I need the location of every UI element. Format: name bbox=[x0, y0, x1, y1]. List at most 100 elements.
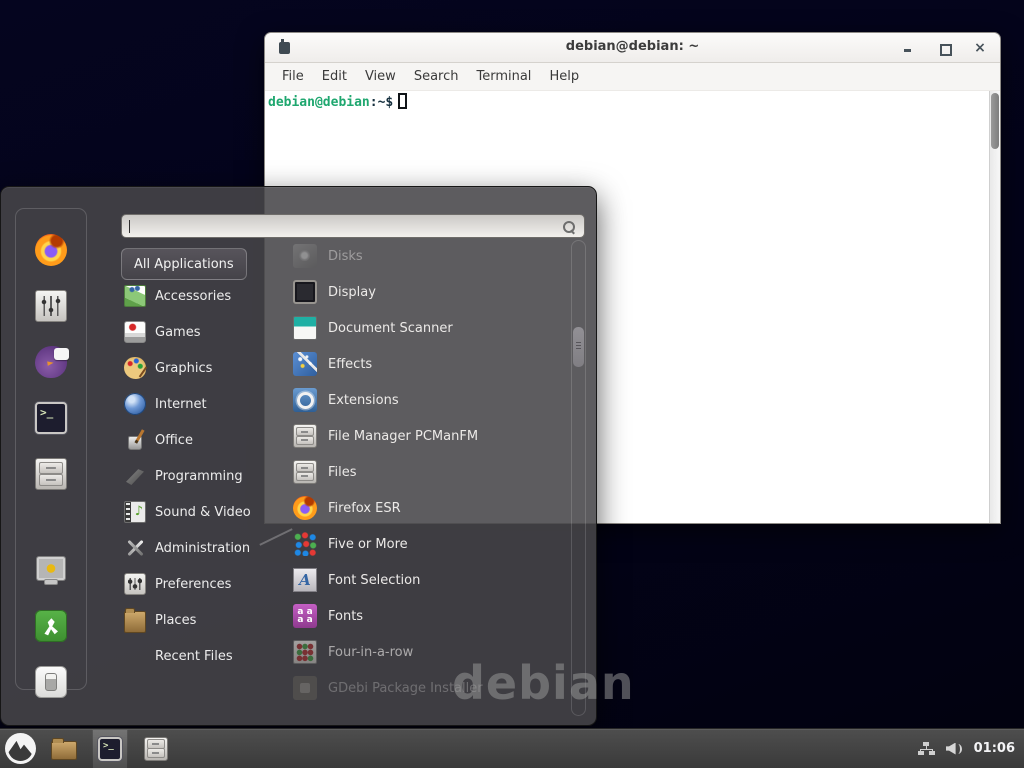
search-input[interactable] bbox=[121, 214, 585, 238]
logout-icon bbox=[35, 610, 67, 642]
minimize-button-icon[interactable] bbox=[902, 42, 914, 54]
app-five-or-more[interactable]: Five or More bbox=[265, 526, 570, 562]
app-gdebi-package-installer[interactable]: GDebi Package Installer bbox=[265, 670, 570, 706]
menu-button[interactable] bbox=[5, 733, 36, 764]
four-icon bbox=[293, 640, 317, 664]
category-all-applications[interactable]: All Applications bbox=[121, 248, 247, 280]
terminal-menu-help[interactable]: Help bbox=[540, 65, 588, 88]
app-label: Five or More bbox=[328, 537, 408, 552]
category-games[interactable]: Games bbox=[121, 314, 267, 350]
app-four-in-a-row[interactable]: Four-in-a-row bbox=[265, 634, 570, 670]
category-office[interactable]: Office bbox=[121, 422, 267, 458]
category-places[interactable]: Places bbox=[121, 602, 267, 638]
category-graphics[interactable]: Graphics bbox=[121, 350, 267, 386]
fonts-icon bbox=[293, 604, 317, 628]
app-label: Firefox ESR bbox=[328, 501, 401, 516]
close-button-icon[interactable]: × bbox=[974, 42, 986, 54]
category-administration[interactable]: Administration bbox=[121, 530, 267, 566]
category-label: Office bbox=[155, 433, 193, 448]
logout-favorite-button[interactable] bbox=[33, 608, 69, 644]
terminal-scrollbar[interactable] bbox=[989, 91, 1000, 523]
category-label: Preferences bbox=[155, 577, 231, 592]
terminal-scrollbar-thumb[interactable] bbox=[991, 93, 999, 149]
clock[interactable]: 01:06 bbox=[974, 741, 1015, 756]
accessories-icon bbox=[124, 285, 146, 307]
terminal-menu-edit[interactable]: Edit bbox=[313, 65, 356, 88]
taskbar: 01:06 bbox=[0, 728, 1024, 768]
maximize-button-icon[interactable] bbox=[938, 42, 950, 54]
category-label: Recent Files bbox=[155, 649, 233, 664]
desktop: debian@debian: ~ × FileEditViewSearchTer… bbox=[0, 0, 1024, 768]
folder-icon bbox=[51, 741, 77, 760]
cabinet-icon bbox=[293, 424, 317, 448]
app-label: Document Scanner bbox=[328, 321, 453, 336]
terminal-icon bbox=[35, 402, 67, 434]
app-label: Four-in-a-row bbox=[328, 645, 413, 660]
app-fonts[interactable]: Fonts bbox=[265, 598, 570, 634]
category-label: Places bbox=[155, 613, 196, 628]
app-list-scrollbar[interactable] bbox=[571, 240, 586, 716]
favorites-group-2 bbox=[33, 552, 69, 700]
terminal-menu-search[interactable]: Search bbox=[405, 65, 468, 88]
app-document-scanner[interactable]: Document Scanner bbox=[265, 310, 570, 346]
prompt-user: debian@debian bbox=[268, 95, 370, 110]
sound-video-icon bbox=[124, 501, 146, 523]
system-tray: 01:06 bbox=[918, 741, 1024, 756]
app-font-selection[interactable]: Font Selection bbox=[265, 562, 570, 598]
application-list: DisksDisplay Document Scanner EffectsExten… bbox=[265, 238, 570, 716]
terminal-prompt: debian@debian:~$ bbox=[268, 93, 407, 110]
games-icon bbox=[124, 321, 146, 343]
shutdown-favorite-button[interactable] bbox=[33, 664, 69, 700]
shutdown-icon bbox=[35, 666, 67, 698]
app-label: Files bbox=[328, 465, 357, 480]
office-icon bbox=[124, 429, 146, 451]
prompt-path: :~$ bbox=[370, 95, 393, 110]
lock-screen-favorite-button[interactable] bbox=[33, 552, 69, 588]
network-icon[interactable] bbox=[918, 742, 935, 755]
disks-icon bbox=[293, 244, 317, 268]
taskbar-button-terminal[interactable] bbox=[92, 729, 128, 768]
terminal-titlebar[interactable]: debian@debian: ~ × bbox=[265, 33, 1000, 63]
cabinet-favorite-button[interactable] bbox=[33, 456, 69, 492]
app-firefox-esr[interactable]: Firefox ESR bbox=[265, 490, 570, 526]
app-file-manager-pcmanfm[interactable]: File Manager PCManFM bbox=[265, 418, 570, 454]
terminal-menu-terminal[interactable]: Terminal bbox=[467, 65, 540, 88]
terminal-menu-view[interactable]: View bbox=[356, 65, 405, 88]
volume-icon[interactable] bbox=[946, 742, 963, 756]
app-label: Fonts bbox=[328, 609, 363, 624]
terminal-window-title: debian@debian: ~ bbox=[265, 39, 1000, 54]
taskbar-window-buttons bbox=[46, 729, 174, 768]
category-preferences[interactable]: Preferences bbox=[121, 566, 267, 602]
terminal-menu-file[interactable]: File bbox=[273, 65, 313, 88]
control-center-favorite-button[interactable] bbox=[33, 288, 69, 324]
app-extensions[interactable]: Extensions bbox=[265, 382, 570, 418]
application-menu: All Applications AccessoriesGamesGraphic… bbox=[0, 186, 597, 726]
favorites-panel bbox=[15, 208, 87, 690]
favorites-group-1 bbox=[33, 232, 69, 492]
app-display[interactable]: Display bbox=[265, 274, 570, 310]
cabinet-icon bbox=[144, 737, 168, 761]
category-internet[interactable]: Internet bbox=[121, 386, 267, 422]
terminal-favorite-button[interactable] bbox=[33, 400, 69, 436]
category-list: AccessoriesGamesGraphicsInternet Office Pr… bbox=[121, 278, 267, 674]
category-accessories[interactable]: Accessories bbox=[121, 278, 267, 314]
firefox-favorite-button[interactable] bbox=[33, 232, 69, 268]
category-label: Programming bbox=[155, 469, 243, 484]
app-label: GDebi Package Installer bbox=[328, 681, 483, 696]
terminal-icon bbox=[98, 737, 122, 761]
category-label: Sound & Video bbox=[155, 505, 251, 520]
category-recent-files[interactable]: Recent Files bbox=[121, 638, 267, 674]
pidgin-icon bbox=[35, 346, 67, 378]
scanner-icon bbox=[293, 316, 317, 340]
app-effects[interactable]: Effects bbox=[265, 346, 570, 382]
taskbar-button-files-cabinet[interactable] bbox=[138, 729, 174, 768]
programming-icon bbox=[124, 465, 146, 487]
internet-icon bbox=[124, 393, 146, 415]
app-list-scrollbar-thumb[interactable] bbox=[573, 327, 584, 367]
taskbar-button-file-manager-folder[interactable] bbox=[46, 729, 82, 768]
pidgin-favorite-button[interactable] bbox=[33, 344, 69, 380]
app-disks[interactable]: Disks bbox=[265, 238, 570, 274]
app-files[interactable]: Files bbox=[265, 454, 570, 490]
category-sound-video[interactable]: Sound & Video bbox=[121, 494, 267, 530]
category-programming[interactable]: Programming bbox=[121, 458, 267, 494]
